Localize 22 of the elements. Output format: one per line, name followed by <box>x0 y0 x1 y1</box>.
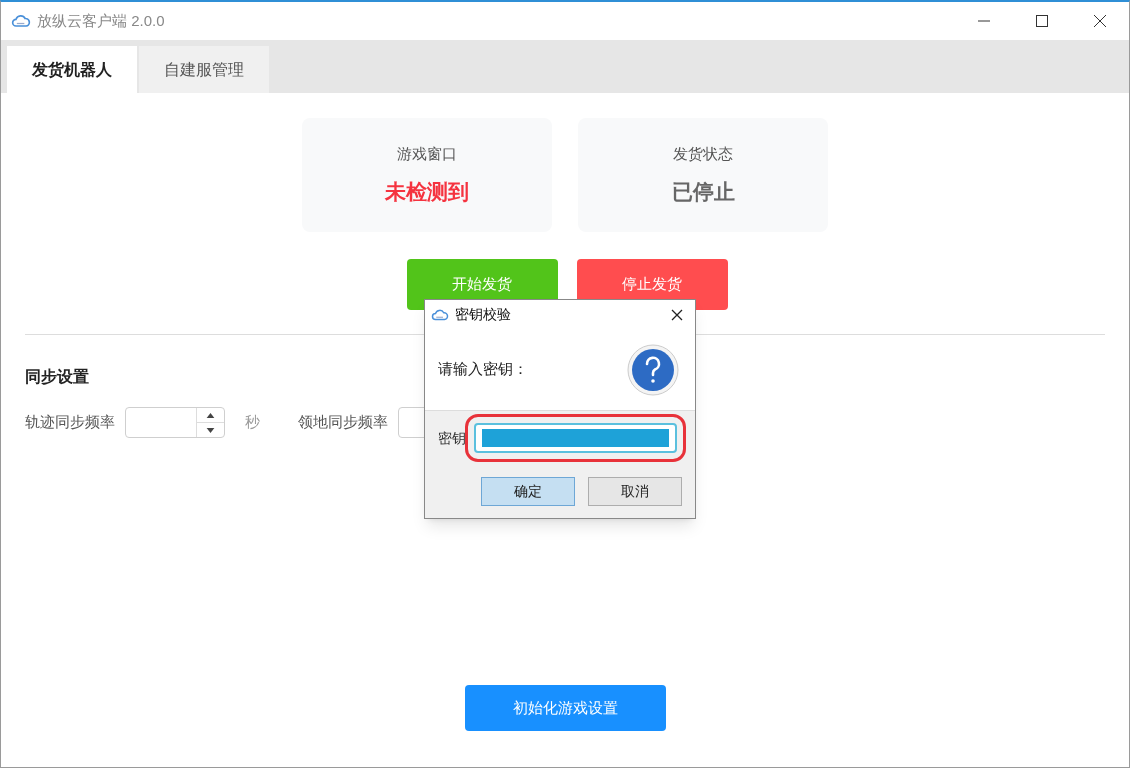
status-value: 已停止 <box>671 178 735 205</box>
tab[interactable]: 自建服管理 <box>139 46 269 93</box>
close-icon[interactable] <box>671 308 683 321</box>
window-title: 放纵云客户端 2.0.0 <box>37 10 165 31</box>
tab[interactable]: 发货机器人 <box>7 46 137 93</box>
close-icon[interactable] <box>1093 14 1107 28</box>
field-label: 领地同步频率 <box>298 412 388 433</box>
cloud-icon <box>11 14 31 28</box>
dialog-button[interactable]: 确定 <box>481 477 575 506</box>
status-label: 发货状态 <box>673 144 733 164</box>
number-field[interactable] <box>125 407 225 438</box>
dialog-button[interactable]: 取消 <box>588 477 682 506</box>
section-title: 同步设置 <box>25 367 89 387</box>
unit-label: 秒 <box>245 412 260 433</box>
field-label: 轨迹同步频率 <box>25 412 115 433</box>
dialog-prompt: 请输入密钥： <box>438 359 529 380</box>
cloud-icon <box>431 308 449 321</box>
maximize-icon[interactable] <box>1035 14 1049 28</box>
question-icon <box>627 343 679 396</box>
status-value: 未检测到 <box>385 178 469 205</box>
status-label: 游戏窗口 <box>397 144 457 164</box>
field-label: 密钥 <box>438 428 466 448</box>
